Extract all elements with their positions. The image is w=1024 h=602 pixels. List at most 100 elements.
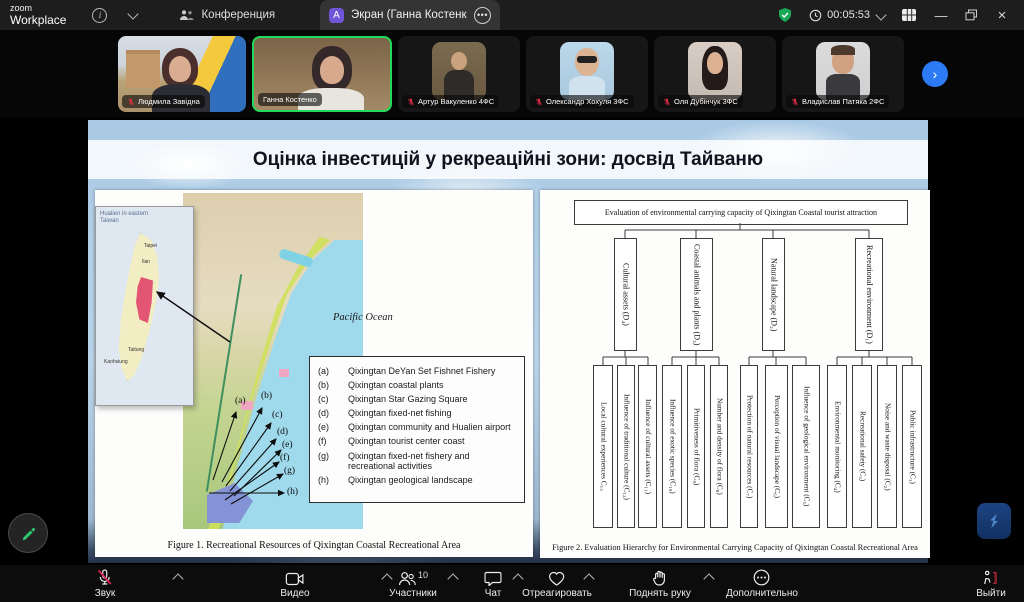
chat-button[interactable]: Чат	[485, 569, 502, 599]
map-patch	[279, 369, 289, 377]
annotation-pencil-button[interactable]	[8, 513, 48, 553]
name-pill: Ганна Костенко	[258, 93, 322, 106]
mute-button[interactable]: Звук	[95, 569, 116, 599]
legend-text: Qixingtan Star Gazing Square	[348, 394, 516, 405]
criterion-box-c12: Influence of traditional culture (C₁₂)	[617, 365, 635, 528]
name-pill: Людмила Завідна	[122, 95, 205, 108]
participant-tile-artur[interactable]: Артур Вакуленко 4ФС	[398, 36, 520, 112]
more-button[interactable]: Дополнительно	[726, 569, 798, 599]
timer-chevron-icon	[875, 9, 886, 20]
titlebar-right: 00:05:53 — ×	[777, 7, 1010, 24]
map-label-d: (d)	[277, 427, 288, 437]
window-titlebar: zoom Workplace i Конференция A Экран (Га…	[0, 0, 1024, 30]
map-label-g: (g)	[284, 466, 295, 476]
participant-tile-vladyslav[interactable]: Владислав Патяка 2ФС	[782, 36, 904, 112]
participant-tile-liudmyla[interactable]: Людмила Завідна	[118, 36, 246, 112]
slide-title-band: Оцінка інвестицій у рекреаційні зони: до…	[88, 140, 928, 179]
tab-meeting[interactable]: Конференция	[179, 9, 275, 21]
participants-options-chevron[interactable]	[447, 573, 458, 584]
next-participants-button[interactable]: ›	[922, 61, 948, 87]
info-icon[interactable]: i	[92, 8, 107, 23]
leave-button[interactable]: Выйти	[976, 569, 1006, 599]
criterion-box-c8: Number and density of flora (C₈)	[710, 365, 728, 528]
participant-tile-hanna-active-speaker[interactable]: Ганна Костенко	[252, 36, 392, 112]
chevron-down-icon[interactable]	[128, 8, 139, 19]
close-button[interactable]: ×	[994, 7, 1010, 24]
name-pill: Оля Дубінчук 3ФС	[658, 95, 743, 108]
city-label: Taipei	[144, 243, 157, 249]
leave-label: Выйти	[976, 588, 1006, 599]
legend-text: Qixingtan geological landscape	[348, 475, 516, 486]
legend-text: Qixingtan fixed-net fishery and recreati…	[348, 451, 516, 472]
participants-label: Участники	[389, 588, 437, 599]
meeting-timer[interactable]: 00:05:53	[809, 9, 885, 22]
legend-key: (c)	[318, 394, 348, 405]
legend-row: (h)Qixingtan geological landscape	[318, 475, 518, 486]
react-label: Отреагировать	[522, 588, 592, 599]
chat-icon	[485, 571, 502, 586]
criterion-box-c3: Recreational safety (C₃)	[852, 365, 872, 528]
pencil-icon	[19, 524, 37, 542]
participants-count: 10	[418, 570, 428, 580]
road-line	[206, 274, 242, 492]
raise-hand-options-chevron[interactable]	[703, 573, 714, 584]
legend-row: (e)Qixingtan community and Hualien airpo…	[318, 422, 518, 433]
tab-screen-label: Экран (Ганна Костенко)	[351, 9, 467, 21]
muted-mic-icon	[791, 98, 799, 106]
tab-options-icon[interactable]: •••	[474, 7, 491, 24]
gallery-view-icon[interactable]	[901, 8, 917, 22]
participant-name: Оля Дубінчук 3ФС	[674, 97, 738, 106]
figure1-panel: Hualien in eastern Taiwan Taipei Ilan Ta…	[95, 190, 533, 557]
shared-screen-area: Оцінка інвестицій у рекреаційні зони: до…	[0, 118, 1024, 565]
legend-key: (b)	[318, 380, 348, 391]
criterion-box-c10: Influence of exotic species (C₁₀)	[662, 365, 682, 528]
more-ellipsis-icon	[753, 569, 770, 586]
avatar	[560, 42, 614, 100]
legend-key: (d)	[318, 408, 348, 419]
legend-row: (f)Qixingtan tourist center coast	[318, 436, 518, 447]
react-button[interactable]: Отреагировать	[522, 569, 592, 599]
security-shield-icon[interactable]	[777, 7, 793, 23]
meeting-toolbar: Звук Видео 10 Участники Чат Отреагироват…	[0, 565, 1024, 602]
chat-label: Чат	[485, 588, 502, 599]
criterion-box-c9: Primitiveness of flora (C₉)	[687, 365, 705, 528]
city-label: Ilan	[142, 259, 150, 265]
clock-icon	[809, 9, 822, 22]
browser-app-button[interactable]	[977, 503, 1011, 539]
raised-hand-icon	[653, 570, 668, 586]
zoom-workplace-logo: zoom Workplace	[10, 4, 66, 26]
category-box-d1: Recreational environment (D₁)	[855, 238, 883, 351]
category-box-d4: Cultural assets (D₄)	[614, 238, 637, 351]
participant-name: Олександр Хохуля 3ФС	[546, 97, 629, 106]
hierarchy-root-box: Evaluation of environmental carrying cap…	[574, 200, 908, 225]
participant-tile-olia[interactable]: Оля Дубінчук 3ФС	[654, 36, 776, 112]
tab-screen-share[interactable]: A Экран (Ганна Костенко) •••	[320, 0, 500, 30]
s-logo-icon	[985, 512, 1003, 530]
muted-mic-icon	[96, 569, 114, 586]
legend-row: (b)Qixingtan coastal plants	[318, 380, 518, 391]
video-button[interactable]: Видео	[280, 569, 309, 599]
participants-button[interactable]: 10 Участники	[389, 569, 437, 599]
participant-tile-oleksandr[interactable]: Олександр Хохуля 3ФС	[526, 36, 648, 112]
legend-key: (f)	[318, 436, 348, 447]
mic-options-chevron[interactable]	[172, 573, 183, 584]
restore-window-button[interactable]	[965, 9, 978, 21]
participant-face	[169, 56, 191, 82]
figure1-caption: Figure 1. Recreational Resources of Qixi…	[95, 540, 533, 551]
taiwan-inset-map: Hualien in eastern Taiwan Taipei Ilan Ta…	[95, 206, 194, 406]
legend-text: Qixingtan coastal plants	[348, 380, 516, 391]
logo-line2: Workplace	[10, 14, 66, 26]
river-patch	[278, 248, 313, 268]
legend-text: Qixingtan DeYan Set Fishnet Fishery	[348, 366, 516, 377]
video-label: Видео	[280, 588, 309, 599]
raise-hand-button[interactable]: Поднять руку	[629, 569, 691, 599]
name-pill: Олександр Хохуля 3ФС	[530, 95, 634, 108]
criterion-box-c1: Public infrastructure (C₁)	[902, 365, 922, 528]
muted-mic-icon	[535, 98, 543, 106]
more-label: Дополнительно	[726, 588, 798, 599]
map-label-f: (f)	[280, 453, 290, 463]
camera-icon	[286, 572, 305, 586]
minimize-button[interactable]: —	[933, 8, 949, 23]
participant-name: Артур Вакуленко 4ФС	[418, 97, 494, 106]
raise-hand-label: Поднять руку	[629, 588, 691, 599]
